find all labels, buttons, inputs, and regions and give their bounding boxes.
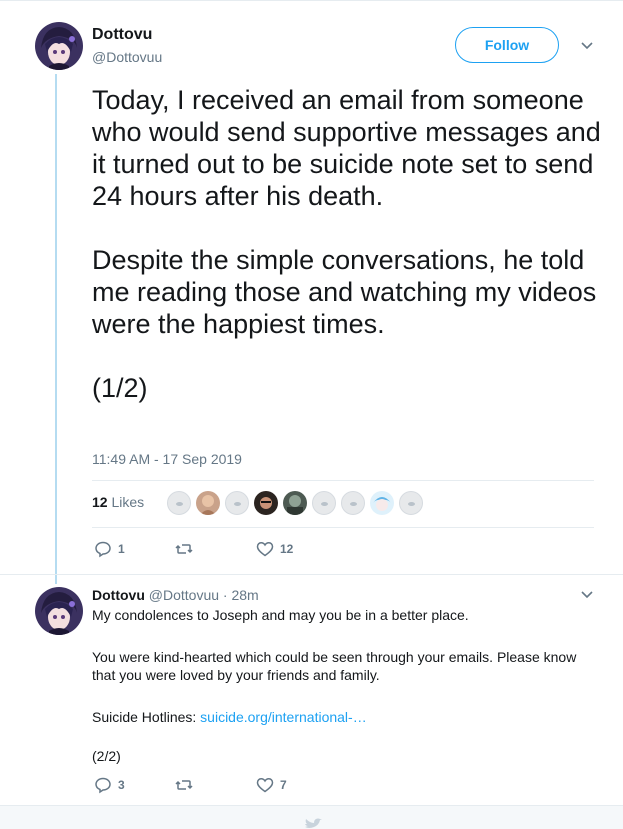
retweet-icon [175, 544, 193, 554]
reply-line-2: You were kind-hearted which could be see… [92, 649, 577, 683]
liker-avatar[interactable] [312, 491, 336, 515]
retweet-icon [175, 780, 193, 790]
reply-part: (2/2) [92, 748, 121, 764]
speech-bubble-icon [95, 777, 111, 794]
author-avatar[interactable] [35, 22, 83, 70]
reply-author-name[interactable]: Dottovu [92, 587, 145, 603]
liker-avatar[interactable] [399, 491, 423, 515]
liker-avatar[interactable] [283, 491, 307, 515]
chevron-down-icon[interactable] [580, 587, 594, 601]
hotline-label: Suicide Hotlines: [92, 709, 201, 725]
likes-number: 12 [92, 494, 108, 510]
liker-avatar[interactable] [196, 491, 220, 515]
liker-avatar[interactable] [370, 491, 394, 515]
reply-time[interactable]: · 28m [223, 587, 259, 603]
heart-icon [256, 778, 274, 793]
reply-reply-button[interactable]: 3 [94, 776, 125, 794]
follow-button[interactable]: Follow [455, 27, 559, 63]
twitter-bird-icon [305, 818, 322, 828]
likes-label: Likes [111, 494, 145, 510]
like-button[interactable]: 12 [256, 540, 293, 558]
author-handle[interactable]: @Dottovuu [92, 49, 162, 65]
reply-like-count: 7 [280, 778, 287, 792]
tweet-timestamp[interactable]: 11:49 AM - 17 Sep 2019 [92, 451, 242, 467]
top-border [0, 0, 623, 1]
reply-button[interactable]: 1 [94, 540, 125, 558]
reply-reply-count: 3 [118, 778, 125, 792]
retweet-button[interactable] [175, 540, 193, 558]
liker-avatar[interactable] [225, 491, 249, 515]
reply-count: 1 [118, 542, 125, 556]
reply-line-1: My condolences to Joseph and may you be … [92, 607, 469, 623]
thread-line [55, 74, 57, 584]
author-name[interactable]: Dottovu [92, 26, 152, 44]
reply-author-handle[interactable]: @Dottovuu [149, 587, 219, 603]
reply-retweet-button[interactable] [175, 776, 193, 794]
divider [92, 480, 594, 481]
speech-bubble-icon [95, 541, 111, 558]
divider [92, 527, 594, 528]
likes-count[interactable]: 12 Likes [92, 494, 144, 510]
like-count: 12 [280, 542, 294, 556]
hotline-link[interactable]: suicide.org/international-… [200, 709, 367, 725]
liker-avatar[interactable] [341, 491, 365, 515]
tweet-text: Today, I received an email from someone … [92, 85, 601, 403]
reply-hotlines: Suicide Hotlines: suicide.org/internatio… [92, 708, 592, 726]
chevron-down-icon[interactable] [580, 38, 594, 52]
heart-icon [256, 542, 274, 557]
reply-like-button[interactable]: 7 [256, 776, 287, 794]
divider [0, 574, 623, 575]
liker-avatar[interactable] [167, 491, 191, 515]
liker-avatar[interactable] [254, 491, 278, 515]
reply-author-avatar[interactable] [35, 587, 83, 635]
reply-header: Dottovu @Dottovuu · 28m [92, 587, 259, 603]
